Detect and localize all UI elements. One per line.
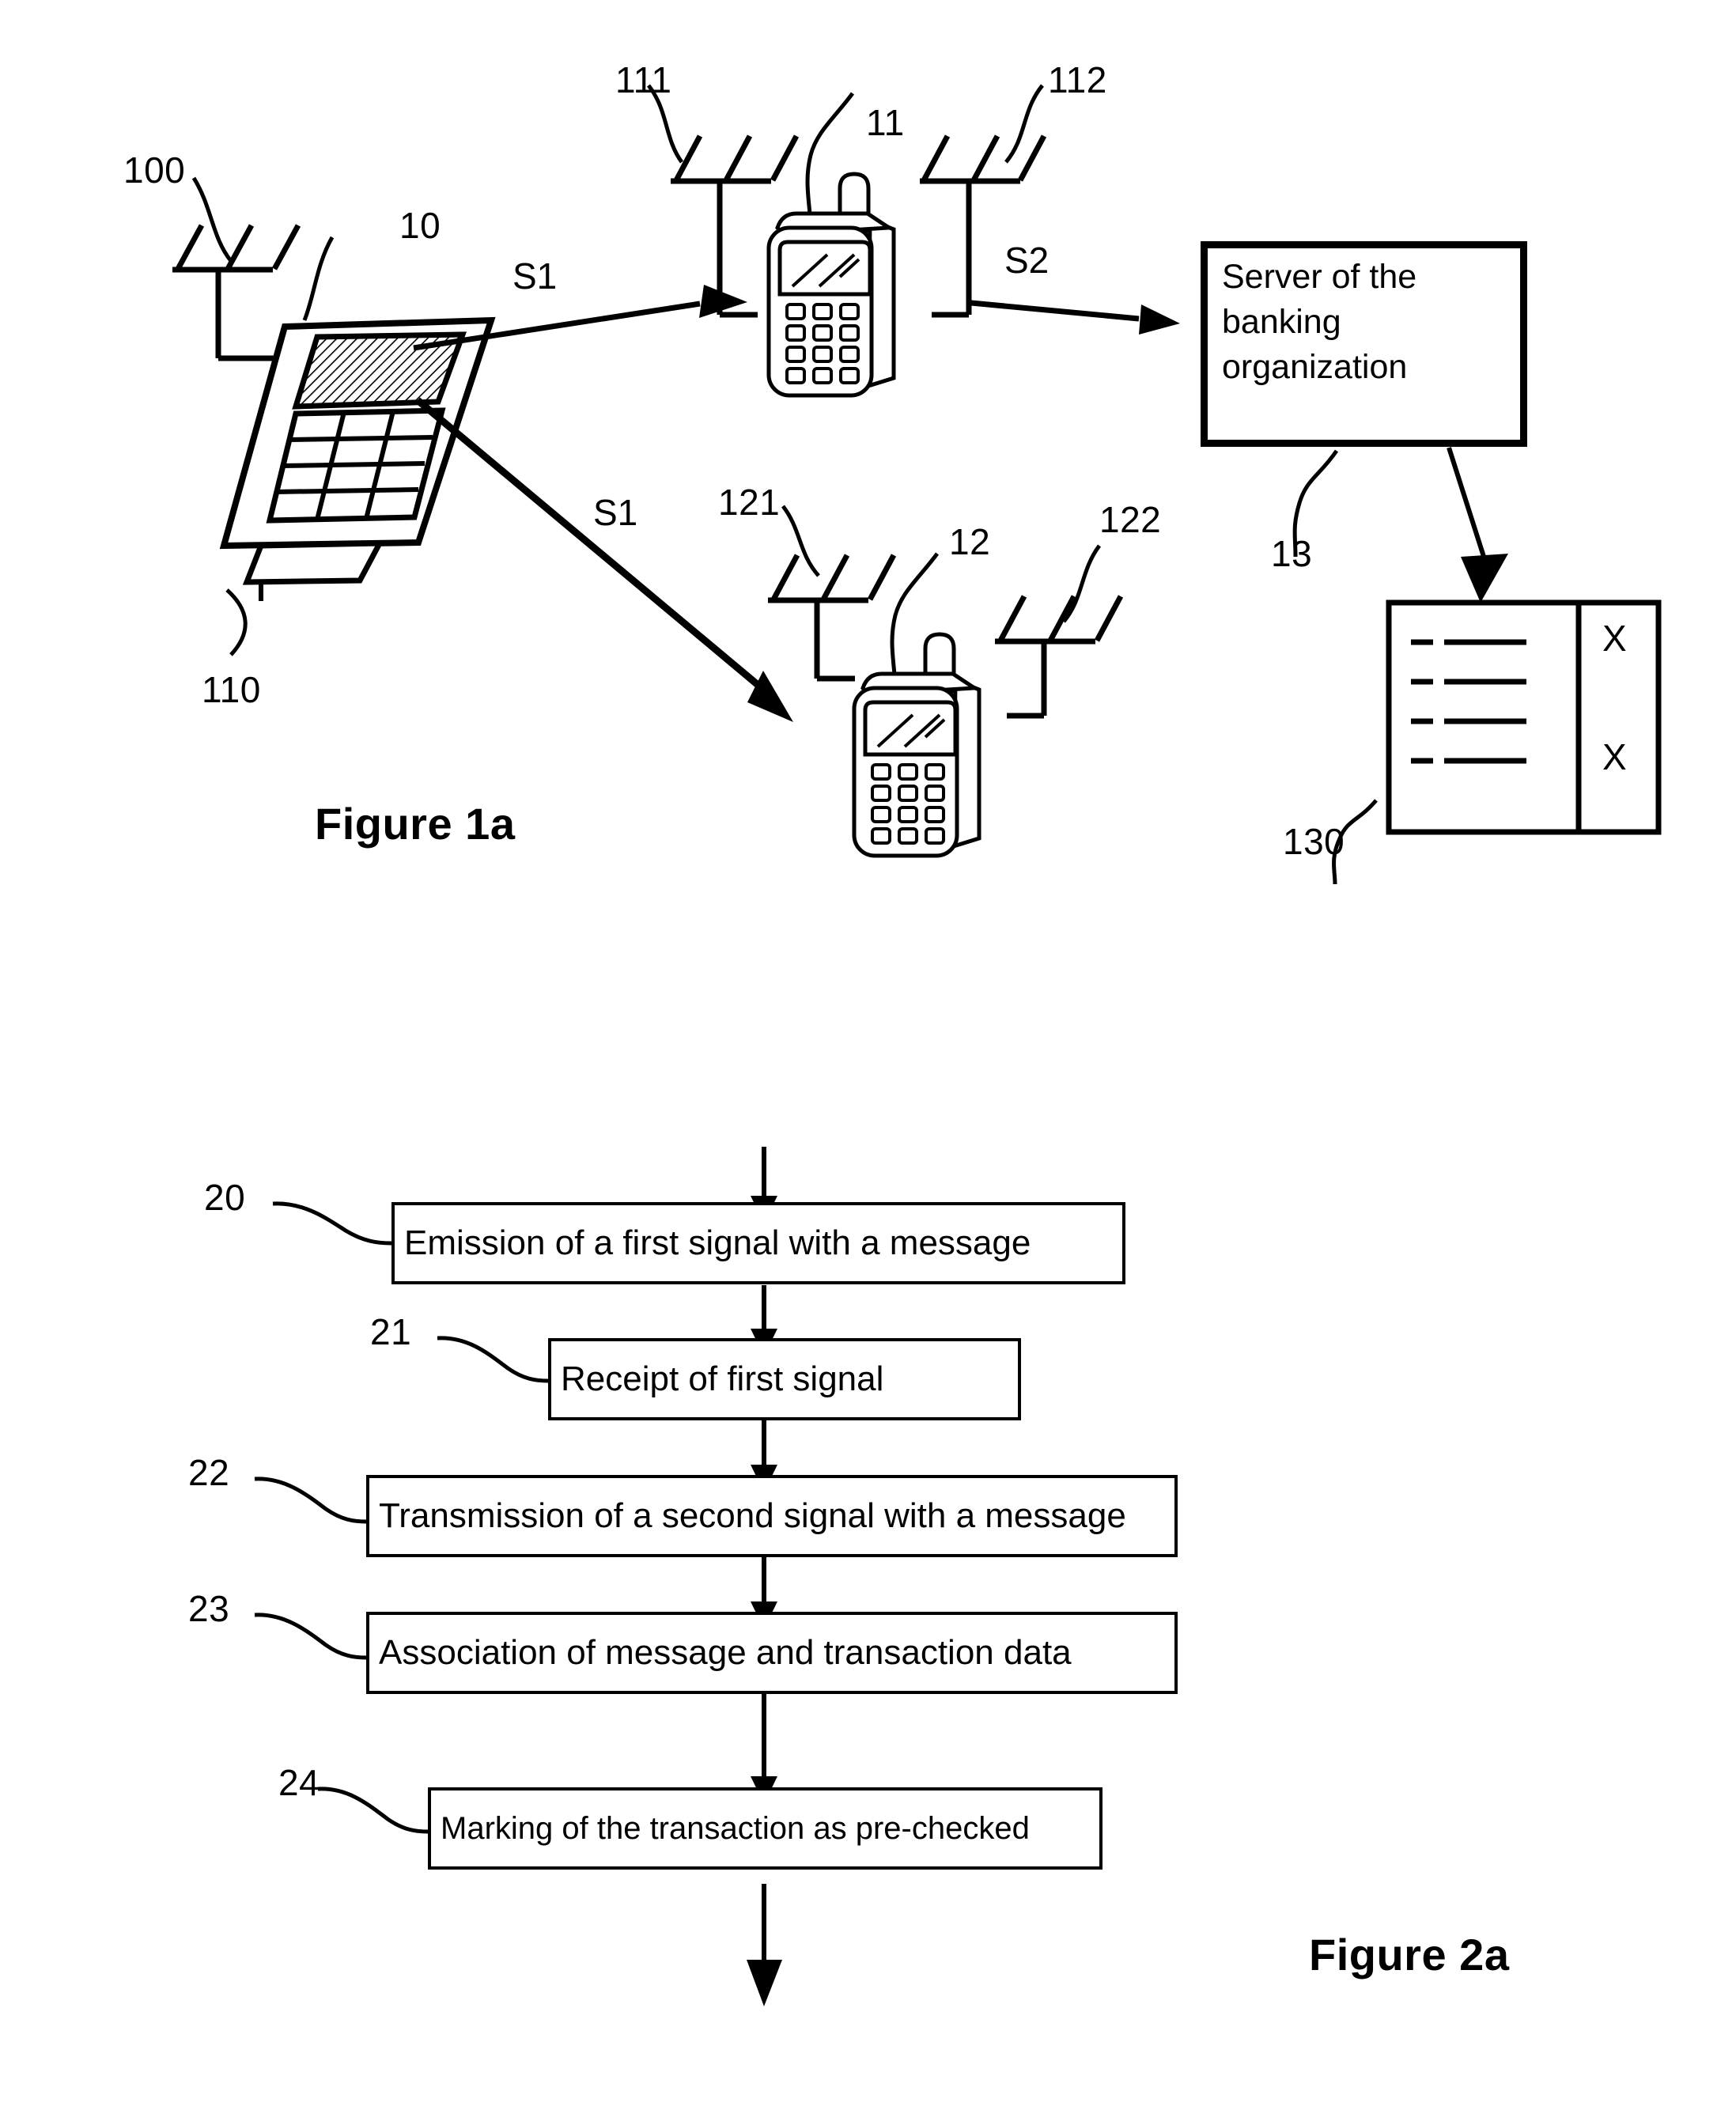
ref-number-10: 10 — [399, 205, 441, 246]
flow-step-box-21: Receipt of first signal — [548, 1338, 1021, 1420]
leader-line-20 — [272, 1201, 392, 1246]
signal-arrow-s2 — [970, 300, 1180, 335]
ref-number-100: 100 — [123, 149, 186, 191]
ref-number-13: 13 — [1271, 533, 1313, 574]
flow-step-label-20: Emission of a first signal with a messag… — [404, 1223, 1031, 1262]
figure-1a-caption: Figure 1a — [315, 799, 516, 849]
ref-number-22: 22 — [188, 1452, 230, 1493]
leader-line-22 — [254, 1477, 367, 1524]
leader-line-110 — [225, 588, 248, 656]
table-mark-x-2: X — [1602, 736, 1627, 777]
antenna-121-icon — [768, 554, 897, 682]
leader-line-100 — [191, 176, 233, 263]
mobile-phone-12-icon — [852, 632, 981, 858]
leader-line-10 — [302, 236, 335, 321]
ref-number-111: 111 — [615, 59, 672, 100]
signal-label-s1-bottom: S1 — [593, 492, 638, 533]
flow-step-box-23: Association of message and transaction d… — [366, 1612, 1178, 1694]
ref-number-122: 122 — [1099, 499, 1162, 540]
server-box-label: Server of the banking organization — [1222, 258, 1417, 387]
arrow-server-to-table — [1447, 447, 1508, 603]
signal-label-s2: S2 — [1004, 240, 1050, 281]
flow-arrow-exit — [747, 1884, 782, 2006]
signal-label-s1-top: S1 — [512, 255, 558, 297]
ref-number-20: 20 — [204, 1177, 246, 1218]
antenna-122-icon — [995, 595, 1124, 719]
antenna-112-icon — [920, 134, 1047, 318]
flow-step-label-21: Receipt of first signal — [561, 1359, 884, 1398]
ref-number-23: 23 — [188, 1588, 230, 1629]
leader-line-24 — [317, 1787, 429, 1834]
leader-line-121 — [781, 505, 820, 577]
ref-number-121: 121 — [718, 482, 781, 523]
ref-number-112: 112 — [1048, 59, 1107, 100]
table-mark-x-1: X — [1602, 618, 1627, 659]
ref-number-130: 130 — [1283, 821, 1345, 862]
ref-number-11: 11 — [866, 102, 905, 143]
figure-2a-caption: Figure 2a — [1309, 1930, 1510, 1980]
ref-number-110: 110 — [202, 669, 261, 710]
leader-line-23 — [254, 1613, 367, 1660]
signal-arrow-s1-top — [413, 285, 747, 351]
flow-step-label-23: Association of message and transaction d… — [379, 1633, 1072, 1672]
flow-step-box-20: Emission of a first signal with a messag… — [391, 1202, 1125, 1284]
card-reader-10-icon — [219, 316, 496, 601]
server-box: Server of the banking organization — [1201, 241, 1527, 447]
flow-step-label-24: Marking of the transaction as pre-checke… — [441, 1810, 1030, 1846]
signal-arrow-s1-bottom — [415, 397, 793, 722]
patent-figure-page: 100 10 110 S1 S1 S2 111 11 112 121 12 12… — [0, 0, 1736, 2110]
flow-step-box-24: Marking of the transaction as pre-checke… — [428, 1787, 1102, 1870]
flow-step-label-22: Transmission of a second signal with a m… — [379, 1496, 1126, 1535]
mobile-phone-11-icon — [766, 172, 896, 398]
flow-step-box-22: Transmission of a second signal with a m… — [366, 1475, 1178, 1557]
ref-number-21: 21 — [370, 1311, 412, 1352]
ref-number-24: 24 — [278, 1762, 320, 1803]
leader-line-21 — [437, 1336, 549, 1383]
ref-number-12: 12 — [949, 521, 991, 562]
